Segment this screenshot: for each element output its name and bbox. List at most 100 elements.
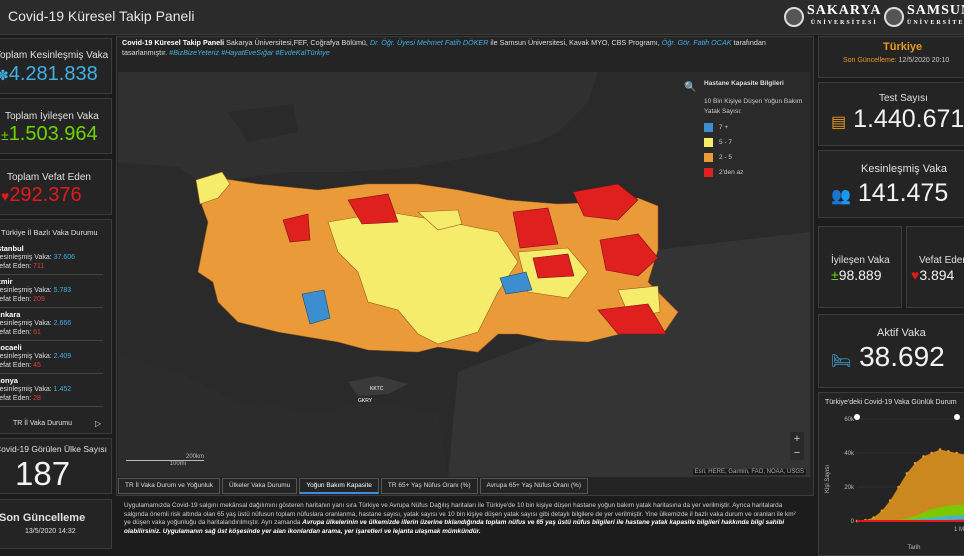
total-deaths-panel: Toplam Vefat Eden ♥292.376 bbox=[0, 159, 112, 215]
next-arrow-icon[interactable]: ▷ bbox=[95, 419, 101, 428]
search-icon[interactable]: 🔍 bbox=[684, 82, 696, 93]
city-cases-label: Kesinleşmiş Vaka: bbox=[0, 353, 52, 360]
active-label: Aktif Vaka bbox=[877, 327, 926, 339]
country-count-value: 187 bbox=[15, 455, 71, 492]
daily-chart-panel: Türkiye'deki Covid-19 Vaka Günlük Durum … bbox=[818, 392, 964, 556]
city-list-item[interactable]: Ankara Kesinleşmiş Vaka: 2.666 Vefat Ede… bbox=[0, 308, 103, 341]
city-name: Konya bbox=[0, 376, 18, 385]
country-name: Türkiye bbox=[883, 41, 923, 53]
chart-point bbox=[913, 461, 917, 465]
chart-slider-handle-left[interactable] bbox=[854, 414, 860, 420]
city-list-item[interactable]: Kocaeli Kesinleşmiş Vaka: 2.409 Vefat Ed… bbox=[0, 341, 103, 374]
intro-part2: Sakarya Üniversitesi,FEF, Coğrafya Bölüm… bbox=[224, 38, 370, 47]
chart-slider-handle-right[interactable] bbox=[954, 414, 960, 420]
country-update-label: Son Güncelleme: bbox=[843, 57, 897, 64]
daily-chart[interactable]: 0 20k 40k 60k Kişi Sayısı Tarih 1 Ma bbox=[819, 409, 964, 555]
country-confirmed-value: 141.475 bbox=[857, 179, 949, 207]
city-list-panel: Türkiye İl Bazlı Vaka Durumu İstanbul Ke… bbox=[0, 219, 112, 434]
app-title: Covid-19 Küresel Takip Paneli bbox=[8, 8, 195, 24]
legend-item: 5 - 7 bbox=[704, 138, 804, 147]
legend-label: 7 + bbox=[719, 124, 729, 131]
sakarya-name: SAKARYA bbox=[807, 3, 882, 18]
total-confirmed-value: ✽4.281.838 bbox=[0, 63, 98, 86]
intro-app-name: Covid-19 Küresel Takip Paneli bbox=[122, 38, 225, 47]
legend-swatch bbox=[704, 168, 713, 177]
chart-point bbox=[947, 450, 950, 453]
city-list-item[interactable]: Konya Kesinleşmiş Vaka: 1.452 Vefat Eden… bbox=[0, 374, 103, 407]
city-deaths-label: Vefat Eden: bbox=[0, 296, 32, 303]
legend-subtitle: 10 Bin Kişiye Düşen Yoğun Bakım Yatak Sa… bbox=[704, 98, 803, 115]
legend-swatch bbox=[704, 123, 713, 132]
city-name: Ankara bbox=[0, 310, 21, 319]
map-tab[interactable]: TR 65+ Yaş Nüfus Oranı (%) bbox=[380, 478, 478, 494]
city-cases-value: 37.606 bbox=[53, 254, 76, 261]
country-count-panel: Covid-19 Görülen Ülke Sayısı 187 bbox=[0, 438, 112, 494]
recovered-icon: ± bbox=[1, 127, 9, 143]
chart-ytick: 0 bbox=[851, 519, 855, 525]
cyprus-label-kktc: KKTC bbox=[370, 386, 384, 392]
total-recovered-label: Toplam İyileşen Vaka bbox=[5, 111, 99, 122]
map-scale: 200km 100mi bbox=[126, 454, 204, 467]
samsun-sub: ÜNİVERSİTESİ bbox=[907, 20, 964, 26]
tests-label: Test Sayısı bbox=[879, 93, 928, 104]
legend-item: 2 - 5 bbox=[704, 153, 804, 162]
city-name: Kocaeli bbox=[0, 343, 22, 352]
bed-icon: 🛏 bbox=[831, 353, 852, 370]
intro-text: Covid-19 Küresel Takip Paneli Sakarya Ün… bbox=[122, 38, 807, 58]
city-cases-value: 2.409 bbox=[53, 353, 72, 360]
app-header: Covid-19 Küresel Takip Paneli SAKARYA ÜNİ… bbox=[0, 0, 964, 35]
map-view[interactable]: KKTC GKRY 🔍 Hastane Kapasite Bilgileri 1… bbox=[118, 72, 810, 477]
sakarya-logo[interactable]: SAKARYA ÜNİVERSİTESİ bbox=[784, 4, 881, 30]
map-tab[interactable]: Ülkeler Vaka Durumu bbox=[222, 478, 298, 494]
country-deaths-value: 3.894 bbox=[919, 267, 955, 283]
legend-item: 7 + bbox=[704, 123, 804, 132]
city-list-title: Türkiye İl Bazlı Vaka Durumu bbox=[1, 228, 98, 237]
country-recovered-panel: İyileşen Vaka ±98.889 bbox=[818, 226, 902, 308]
chart-point bbox=[938, 448, 942, 451]
city-deaths-value: 28 bbox=[33, 395, 41, 402]
intro-author2[interactable]: Öğr. Gör. Fatih OCAK bbox=[662, 38, 732, 47]
chart-point bbox=[872, 516, 875, 519]
intro-author1[interactable]: Dr. Öğr. Üyesi Mehmet Fatih DÖKER bbox=[370, 38, 488, 47]
city-deaths-value: 61 bbox=[33, 329, 41, 336]
city-cases-label: Kesinleşmiş Vaka: bbox=[0, 320, 52, 327]
map-tab[interactable]: Yoğun Bakım Kapasite bbox=[299, 478, 379, 494]
last-update-label: Son Güncelleme bbox=[0, 512, 86, 524]
map-tabs: TR İl Vaka Durum ve Yoğunluk Ülkeler Vaka… bbox=[118, 478, 810, 494]
chart-point bbox=[930, 451, 934, 455]
virus-icon: ✽ bbox=[0, 67, 9, 83]
chart-ytick: 40k bbox=[844, 451, 855, 457]
legend-label: 2'den az bbox=[719, 169, 744, 176]
legend-item: 2'den az bbox=[704, 168, 804, 177]
description-panel: Uygulamamızda Covid-19 salgını mekânsal … bbox=[118, 498, 810, 556]
country-confirmed-panel: Kesinleşmiş Vaka 👥 141.475 bbox=[818, 150, 964, 218]
last-update-value: 13/5/2020 14:32 bbox=[25, 528, 76, 535]
chart-ylabel: Kişi Sayısı bbox=[825, 465, 831, 493]
city-cases-value: 5.783 bbox=[53, 287, 72, 294]
samsun-name: SAMSUN bbox=[907, 3, 964, 18]
samsun-logo[interactable]: SAMSUN ÜNİVERSİTESİ bbox=[884, 4, 964, 30]
zoom-out-button[interactable]: − bbox=[790, 446, 804, 460]
map-legend: Hastane Kapasite Bilgileri 10 Bin Kişiye… bbox=[704, 80, 804, 177]
total-confirmed-label: Toplam Kesinleşmiş Vaka bbox=[0, 50, 109, 61]
city-cases-value: 1.452 bbox=[53, 386, 72, 393]
city-list[interactable]: İstanbul Kesinleşmiş Vaka: 37.606 Vefat … bbox=[0, 242, 103, 407]
chart-ytick: 20k bbox=[844, 485, 855, 491]
chart-point bbox=[897, 485, 900, 489]
cyprus-label-gkry: GKRY bbox=[358, 398, 373, 404]
chart-xlabel: Tarih bbox=[907, 545, 920, 551]
zoom-in-button[interactable]: + bbox=[790, 432, 804, 446]
country-header-panel: Türkiye Son Güncelleme: 12/5/2020 20:10 bbox=[818, 36, 964, 78]
map-tab[interactable]: Avrupa 65+ Yaş Nüfus Oranı (%) bbox=[479, 478, 589, 494]
total-deaths-value: ♥292.376 bbox=[1, 184, 82, 206]
chart-point bbox=[880, 509, 884, 513]
id-card-icon: ▤ bbox=[831, 114, 847, 131]
city-list-item[interactable]: İstanbul Kesinleşmiş Vaka: 37.606 Vefat … bbox=[0, 242, 103, 275]
map-tab[interactable]: TR İl Vaka Durum ve Yoğunluk bbox=[118, 478, 221, 494]
city-list-item[interactable]: İzmir Kesinleşmiş Vaka: 5.783 Vefat Eden… bbox=[0, 275, 103, 308]
city-cases-label: Kesinleşmiş Vaka: bbox=[0, 287, 52, 294]
recovered-small-icon: ± bbox=[831, 267, 839, 283]
city-deaths-label: Vefat Eden: bbox=[0, 263, 32, 270]
city-deaths-value: 209 bbox=[33, 296, 45, 303]
legend-label: 5 - 7 bbox=[719, 139, 733, 146]
